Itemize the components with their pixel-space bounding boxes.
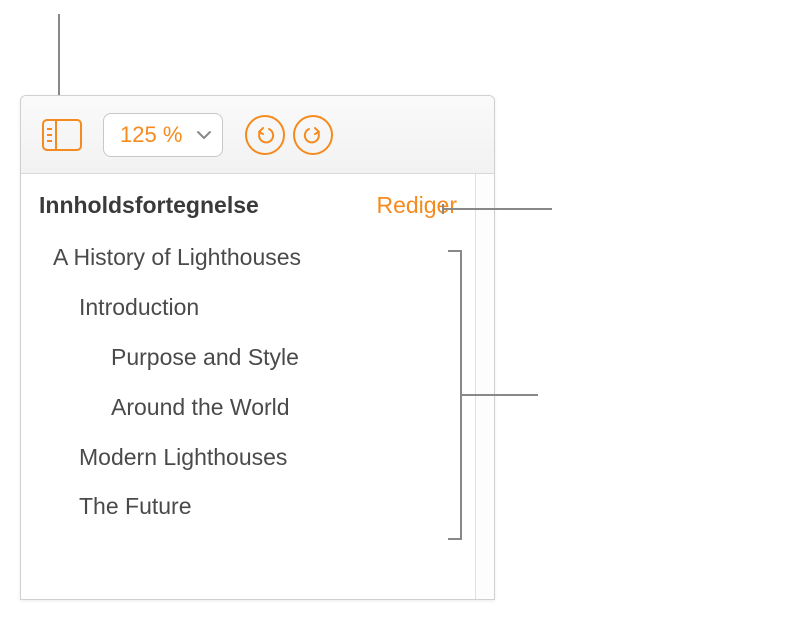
toolbar: 125 % — [21, 96, 494, 174]
edit-button[interactable]: Rediger — [376, 192, 457, 219]
toc-title: Innholdsfortegnelse — [39, 192, 259, 219]
callout-line — [58, 14, 60, 98]
toc-item[interactable]: A History of Lighthouses — [39, 233, 457, 283]
chevron-down-icon — [196, 130, 212, 140]
toc-header: Innholdsfortegnelse Rediger — [21, 174, 475, 233]
undo-icon — [254, 124, 276, 146]
callout-line — [442, 208, 552, 210]
view-options-button[interactable] — [37, 113, 87, 157]
zoom-value: 125 % — [120, 122, 182, 148]
toc-sidebar: Innholdsfortegnelse Rediger A History of… — [21, 174, 476, 599]
toc-item[interactable]: The Future — [39, 482, 457, 532]
toc-list: A History of Lighthouses Introduction Pu… — [21, 233, 475, 532]
toc-item[interactable]: Around the World — [39, 383, 457, 433]
sidebar-panel-icon — [42, 119, 82, 151]
undo-button[interactable] — [245, 115, 285, 155]
toc-item[interactable]: Purpose and Style — [39, 333, 457, 383]
toc-item[interactable]: Introduction — [39, 283, 457, 333]
zoom-select[interactable]: 125 % — [103, 113, 223, 157]
toc-item[interactable]: Modern Lighthouses — [39, 433, 457, 483]
redo-icon — [302, 124, 324, 146]
app-window: 125 % Innholdsfor — [20, 95, 495, 600]
callout-bracket — [448, 250, 462, 540]
undo-redo-group — [245, 115, 333, 155]
callout-line — [462, 394, 538, 396]
redo-button[interactable] — [293, 115, 333, 155]
